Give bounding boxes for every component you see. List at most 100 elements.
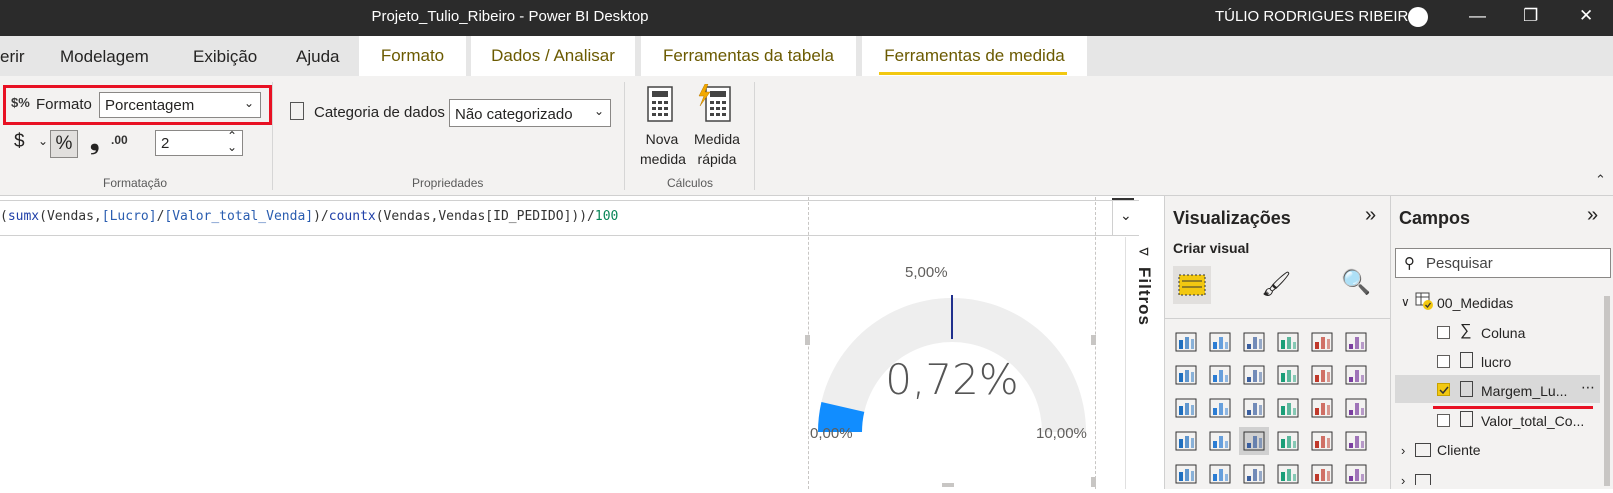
gauge-visual-icon[interactable] (1239, 427, 1269, 455)
percent-button[interactable]: % (50, 130, 78, 158)
r-visual-visual-icon[interactable] (1273, 460, 1303, 488)
create-visual-label: Criar visual (1173, 240, 1250, 256)
table-visual-icon[interactable] (1205, 460, 1235, 488)
chevron-down-icon[interactable]: ∨ (1401, 295, 1410, 309)
table-cliente-label[interactable]: Cliente (1437, 442, 1481, 458)
stepper-down-icon[interactable]: ⌄ (227, 140, 237, 154)
table-measures-label[interactable]: 00_Medidas (1437, 295, 1513, 311)
scatter-visual-icon[interactable] (1239, 394, 1269, 422)
currency-chevron-icon[interactable]: ⌄ (38, 134, 48, 148)
close-button[interactable]: ✕ (1579, 6, 1593, 26)
decimals-icon[interactable]: .00 (111, 133, 128, 147)
ribbon-visual-icon[interactable] (1341, 361, 1371, 389)
waterfall-visual-icon[interactable] (1171, 394, 1201, 422)
format-icon: $% (11, 95, 30, 110)
quick-measure-button[interactable]: Medida rápida (690, 129, 744, 169)
build-visual-tab[interactable] (1173, 266, 1211, 304)
line-clustered-visual-icon[interactable] (1307, 361, 1337, 389)
funnel-visual-icon[interactable] (1205, 394, 1235, 422)
treemap-visual-icon[interactable] (1341, 394, 1371, 422)
chevron-right-icon[interactable]: › (1401, 443, 1405, 458)
line-column-visual-icon[interactable] (1273, 361, 1303, 389)
field-checkbox[interactable] (1437, 326, 1450, 339)
visualizations-title: Visualizações (1173, 208, 1291, 228)
tab-formato-label: Formato (380, 46, 445, 65)
chevron-right-icon[interactable]: › (1401, 473, 1405, 488)
format-label: Formato (36, 96, 92, 113)
quick-measure-line2: rápida (697, 151, 737, 167)
python-visual-visual-icon[interactable] (1307, 460, 1337, 488)
filter-icon: ⊲ (1138, 243, 1150, 259)
format-visual-tab[interactable]: 🖌 (1261, 270, 1291, 299)
restore-button[interactable]: ❐ (1523, 6, 1538, 26)
formula-expand-button[interactable]: ⌄ (1112, 201, 1139, 235)
formula-text[interactable]: (sumx(Vendas,[Lucro]/[Valor_total_Venda]… (0, 209, 618, 224)
calculator-icon[interactable] (647, 86, 673, 122)
sigma-icon: ∑ (1460, 322, 1472, 339)
collapse-pane-icon[interactable]: » (1587, 204, 1598, 227)
ribbon: $% Formato Porcentagem ⌄ $ ⌄ % ❟ .00 2 ⌃… (0, 76, 1613, 196)
tab-ajuda[interactable]: Ajuda (296, 47, 339, 67)
filters-pane-collapsed[interactable]: ⊲ Filtros (1125, 237, 1163, 489)
stacked-area-visual-icon[interactable] (1239, 361, 1269, 389)
field-valor-total[interactable]: Valor_total_Co... (1481, 413, 1584, 429)
tab-modelagem[interactable]: Modelagem (60, 47, 149, 67)
clustered-column-visual-icon[interactable] (1273, 328, 1303, 356)
kpi-visual-icon[interactable] (1341, 427, 1371, 455)
slicer-visual-icon[interactable] (1171, 460, 1201, 488)
quick-measure-icon[interactable] (697, 83, 731, 122)
field-margem-lucro[interactable]: Margem_Lu... (1481, 383, 1567, 399)
search-input[interactable]: ⚲ Pesquisar (1395, 248, 1611, 278)
multirow-card-visual-icon[interactable] (1307, 427, 1337, 455)
stacked-column-visual-icon[interactable] (1205, 328, 1235, 356)
analytics-tab[interactable]: 🔍 (1341, 268, 1371, 297)
more-visual-icon[interactable] (1341, 460, 1371, 488)
matrix-visual-icon[interactable] (1239, 460, 1269, 488)
currency-icon[interactable]: $ (14, 131, 25, 153)
avatar[interactable] (1408, 7, 1428, 27)
scrollbar[interactable] (1604, 296, 1610, 486)
tab-ferramentas-tabela[interactable]: Ferramentas da tabela (641, 36, 856, 76)
minimize-button[interactable]: — (1469, 6, 1486, 26)
table-icon (1415, 474, 1431, 485)
decimals-stepper[interactable]: 2 ⌃ ⌄ (155, 129, 243, 156)
donut-visual-icon[interactable] (1307, 394, 1337, 422)
filled-map-visual-icon[interactable] (1205, 427, 1235, 455)
card-visual-icon[interactable] (1273, 427, 1303, 455)
formula-token: (Vendas,Vendas[ID_PEDIDO]))/ (375, 209, 595, 224)
more-options-icon[interactable]: ⋯ (1581, 379, 1595, 396)
100-bar-visual-icon[interactable] (1307, 328, 1337, 356)
format-dropdown[interactable]: Porcentagem ⌄ (99, 92, 261, 118)
new-measure-button[interactable]: Nova medida (640, 129, 686, 169)
tab-formato[interactable]: Formato (359, 36, 466, 76)
line-visual-icon[interactable] (1171, 361, 1201, 389)
tab-ferramentas-medida[interactable]: Ferramentas de medida (862, 36, 1087, 76)
table-icon (1415, 443, 1431, 457)
field-checkbox[interactable] (1437, 355, 1450, 368)
field-coluna[interactable]: Coluna (1481, 325, 1525, 341)
decimals-value: 2 (161, 135, 170, 152)
tab-dados-analisar[interactable]: Dados / Analisar (471, 36, 635, 76)
clustered-bar-visual-icon[interactable] (1239, 328, 1269, 356)
user-name[interactable]: TÚLIO RODRIGUES RIBEIRO (1215, 8, 1420, 25)
map-visual-icon[interactable] (1171, 427, 1201, 455)
field-checkbox-checked[interactable] (1437, 383, 1450, 396)
report-canvas[interactable]: 0,72% 0,00% 10,00% 5,00% (0, 197, 1096, 489)
tab-exibicao[interactable]: Exibição (193, 47, 257, 67)
stacked-bar-visual-icon[interactable] (1171, 328, 1201, 356)
field-lucro[interactable]: lucro (1481, 354, 1511, 370)
collapse-ribbon-icon[interactable]: ⌃ (1595, 172, 1606, 188)
data-category-value: Não categorizado (455, 106, 573, 123)
data-category-dropdown[interactable]: Não categorizado ⌄ (449, 99, 611, 127)
formula-token: sumx (7, 209, 40, 224)
ribbon-separator (272, 82, 273, 190)
new-measure-line1: Nova (645, 131, 679, 147)
area-visual-icon[interactable] (1205, 361, 1235, 389)
comma-style-icon[interactable]: ❟ (90, 128, 99, 156)
collapse-pane-icon[interactable]: » (1365, 204, 1376, 227)
field-checkbox[interactable] (1437, 414, 1450, 427)
calculator-icon (1460, 411, 1473, 427)
100-column-visual-icon[interactable] (1341, 328, 1371, 356)
pie-visual-icon[interactable] (1273, 394, 1303, 422)
tab-inserir[interactable]: erir (0, 47, 25, 67)
